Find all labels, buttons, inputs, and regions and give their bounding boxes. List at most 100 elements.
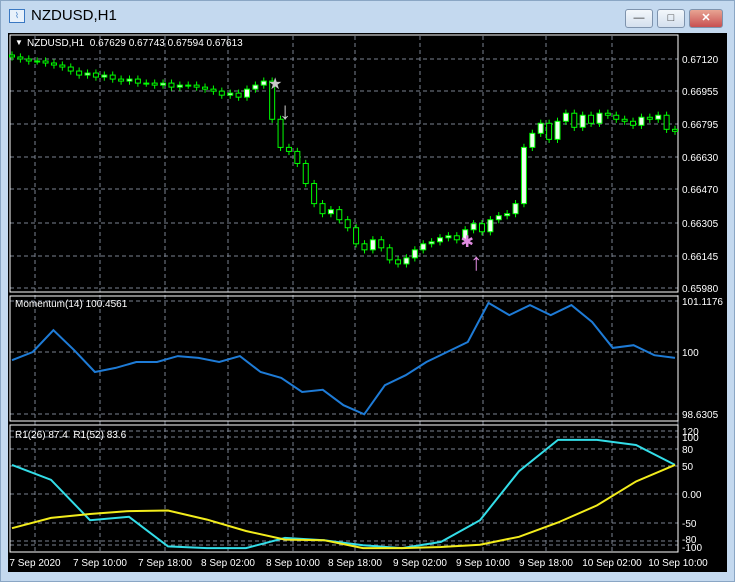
candle <box>520 143 527 208</box>
candle-body <box>311 183 318 205</box>
candle-body <box>353 227 360 245</box>
time-tick-label: 8 Sep 02:00 <box>201 558 255 569</box>
candle-body <box>235 92 242 98</box>
candle-body <box>655 114 662 120</box>
candle-body <box>319 203 326 215</box>
candle-body <box>336 209 343 221</box>
price-tick-label: 101.1176 <box>682 297 723 308</box>
price-tick-label: 0.67120 <box>682 55 719 66</box>
time-tick-label: 10 Sep 02:00 <box>582 558 642 569</box>
candle-body <box>92 72 99 78</box>
price-tick-label: 100 <box>682 433 699 444</box>
price-tick-label: 0.66955 <box>682 87 719 98</box>
buy-arrow-up-icon: ↑ <box>470 249 482 276</box>
candle-body <box>17 56 24 60</box>
candle-body <box>361 243 368 251</box>
rsi-header: R1(26) 87.4 R1(52) 83.6 <box>15 430 127 441</box>
candle-body <box>143 82 150 85</box>
candle <box>353 224 360 248</box>
price-tick-label: -100 <box>682 543 702 554</box>
chart-canvas[interactable]: ★↓✱↑ ▼ NZDUSD,H1 0.67629 0.67743 0.67594… <box>0 0 735 582</box>
time-tick-label: 9 Sep 10:00 <box>456 558 510 569</box>
candle-body <box>604 112 611 116</box>
candle-body <box>344 219 351 229</box>
candle-body <box>562 112 569 122</box>
candle-body <box>478 223 485 233</box>
candle-body <box>168 82 175 88</box>
candle-body <box>252 84 259 90</box>
candle-body <box>537 122 544 134</box>
candle-body <box>285 146 292 152</box>
candle-body <box>369 239 376 251</box>
candle-body <box>487 219 494 233</box>
candle-body <box>118 78 125 82</box>
symbol-menu-icon[interactable]: ▼ <box>15 38 23 47</box>
candle-body <box>160 82 167 86</box>
candle-body <box>470 223 477 231</box>
candle-body <box>202 86 209 90</box>
time-tick-label: 8 Sep 10:00 <box>266 558 320 569</box>
candle-body <box>294 150 301 164</box>
price-tick-label: 80 <box>682 445 694 456</box>
price-tick-label: 0.66795 <box>682 120 719 131</box>
momentum-header: Momentum(14) 100.4561 <box>15 299 128 310</box>
candle-body <box>218 90 225 96</box>
price-tick-label: 0.65980 <box>682 284 719 295</box>
candle-body <box>9 54 15 58</box>
candle-body <box>109 74 116 80</box>
candle-body <box>445 235 452 239</box>
price-tick-label: 100 <box>682 348 699 359</box>
candle <box>663 111 670 133</box>
candle-body <box>185 84 192 87</box>
candle-body <box>579 114 586 128</box>
candle-body <box>638 116 645 126</box>
price-tick-label: 0.66630 <box>682 153 719 164</box>
candle <box>571 109 578 131</box>
candle-body <box>227 92 234 96</box>
candle-body <box>663 114 670 130</box>
candle-body <box>176 84 183 88</box>
candle-body <box>428 241 435 245</box>
time-tick-label: 8 Sep 18:00 <box>328 558 382 569</box>
candle-body <box>25 58 32 62</box>
candle-body <box>84 72 91 76</box>
time-tick-label: 9 Sep 02:00 <box>393 558 447 569</box>
candle-body <box>59 64 66 68</box>
candle-body <box>42 60 49 64</box>
sell-arrow-down-icon: ↓ <box>279 98 291 125</box>
candle-body <box>101 74 108 78</box>
candle-body <box>453 235 460 241</box>
candle <box>546 119 553 143</box>
candle-body <box>495 215 502 221</box>
candle-body <box>411 249 418 259</box>
candle-body <box>504 213 511 217</box>
candle-body <box>512 203 519 215</box>
price-tick-label: 0.66305 <box>682 219 719 230</box>
candle-body <box>630 120 637 126</box>
candle-body <box>134 78 141 84</box>
candle-body <box>76 70 83 76</box>
candle-body <box>571 112 578 128</box>
candle-body <box>621 118 628 122</box>
time-tick-label: 7 Sep 18:00 <box>138 558 192 569</box>
candle-body <box>386 247 393 261</box>
main-header: NZDUSD,H1 0.67629 0.67743 0.67594 0.6761… <box>27 38 243 49</box>
candle-body <box>646 116 653 120</box>
candle-body <box>672 128 678 132</box>
price-tick-label: 0.66470 <box>682 185 719 196</box>
candle <box>302 159 309 188</box>
candle-body <box>554 120 561 140</box>
star-icon: ★ <box>268 76 282 93</box>
time-tick-label: 7 Sep 2020 <box>9 558 61 569</box>
candle-body <box>34 60 41 63</box>
candle-body <box>126 78 133 82</box>
candle-body <box>210 88 217 92</box>
candle <box>554 117 561 143</box>
candle-body <box>420 243 427 251</box>
candle <box>529 129 536 152</box>
candle-body <box>613 114 620 120</box>
candle-body <box>529 132 536 148</box>
candle-body <box>243 88 250 98</box>
price-tick-label: 0.00 <box>682 490 702 501</box>
candle-body <box>193 84 200 88</box>
